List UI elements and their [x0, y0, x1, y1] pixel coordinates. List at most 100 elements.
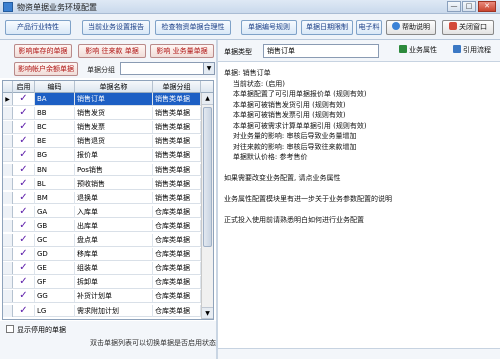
flow-icon [453, 45, 461, 53]
numbering-rules-button[interactable]: 单据编号规则 [241, 20, 297, 35]
reference-flow-button[interactable]: 引用流程 [450, 44, 494, 58]
check-icon: ✓ [19, 93, 28, 104]
table-row[interactable]: ✓ GC 盘点单 仓库类单据 [3, 234, 213, 247]
cell-name: 拆卸单 [75, 276, 153, 289]
enabled-checkmark[interactable]: ✓ [13, 234, 35, 246]
cell-code: BC [35, 121, 75, 134]
enabled-checkmark[interactable]: ✓ [13, 248, 35, 261]
cell-code: BM [35, 191, 75, 204]
cell-group: 仓库类单据 [153, 276, 201, 289]
enabled-checkmark[interactable]: ✓ [13, 135, 35, 148]
enabled-checkmark[interactable]: ✓ [13, 107, 35, 120]
description-line [224, 184, 496, 195]
header-code[interactable]: 编码 [35, 81, 75, 93]
description-line: 本单据可被销售发货引用 (规则有效) [224, 100, 346, 109]
cell-name: 报价单 [75, 149, 153, 162]
check-icon: ✓ [19, 304, 28, 316]
cell-code: BG [35, 149, 75, 162]
table-row[interactable]: ✓ GF 拆卸单 仓库类单据 [3, 276, 213, 289]
row-indicator [3, 191, 13, 204]
enabled-checkmark[interactable]: ✓ [13, 93, 35, 105]
cell-name: 销售订单 [75, 93, 153, 105]
cell-name: 销售退货 [75, 135, 153, 148]
enabled-checkmark[interactable]: ✓ [13, 290, 35, 303]
receivables-docs-button[interactable]: 影响 往来款 单据 [78, 44, 146, 58]
cell-name: 预收销售 [75, 177, 153, 190]
maximize-button[interactable]: □ [462, 1, 476, 12]
enabled-checkmark[interactable]: ✓ [13, 262, 35, 275]
business-props-button[interactable]: 业务属性 [396, 44, 440, 58]
description-line: 单据: 销售订单 [224, 69, 271, 77]
show-disabled-checkbox[interactable]: 显示停用的单据 [6, 325, 66, 335]
cell-code: BN [35, 163, 75, 176]
cell-name: 销售发票 [75, 121, 153, 134]
table-row[interactable]: ✓ BC 销售发票 销售类单据 [3, 121, 213, 134]
cell-code: GF [35, 276, 75, 289]
table-row[interactable]: ✓ BG 报价单 销售类单据 [3, 149, 213, 162]
row-indicator [3, 107, 13, 120]
scroll-thumb[interactable] [203, 107, 212, 247]
header-name[interactable]: 单据名称 [75, 81, 153, 93]
cell-group: 销售类单据 [153, 107, 201, 120]
enabled-checkmark[interactable]: ✓ [13, 304, 35, 317]
title-bar: 物资单据业务环境配置 — □ ✕ [0, 0, 500, 14]
cell-code: GC [35, 234, 75, 246]
check-icon: ✓ [19, 234, 28, 245]
minimize-button[interactable]: — [447, 1, 461, 12]
row-indicator [3, 290, 13, 303]
cell-code: GB [35, 219, 75, 232]
enabled-checkmark[interactable]: ✓ [13, 205, 35, 218]
industry-features-button[interactable]: 产品行业特性 [5, 20, 71, 35]
inventory-docs-button[interactable]: 影响库存的单据 [14, 44, 72, 58]
close-window-button[interactable]: ✕ [478, 1, 496, 12]
electronic-button[interactable]: 电子料 [356, 20, 382, 35]
enabled-checkmark[interactable]: ✓ [13, 163, 35, 176]
chevron-down-icon[interactable]: ▼ [203, 63, 214, 74]
vertical-scrollbar[interactable]: ▲ ▼ [201, 93, 213, 319]
check-icon: ✓ [19, 191, 28, 203]
table-row[interactable]: ✓ BL 预收销售 销售类单据 [3, 177, 213, 191]
check-documents-button[interactable]: 检查物资单据合理性 [155, 20, 231, 35]
hint-text: 双击单据列表可以切换单据是否启用状态 [90, 339, 216, 347]
description-line: 业务属性配置模块里有进一步关于业务参数配置的说明 [224, 195, 392, 203]
table-row[interactable]: ✓ GG 补货计划单 仓库类单据 [3, 290, 213, 303]
enabled-checkmark[interactable]: ✓ [13, 191, 35, 204]
cell-name: 移库单 [75, 248, 153, 261]
table-row[interactable]: ✓ GD 移库单 仓库类单据 [3, 248, 213, 261]
table-row[interactable]: ▶ ✓ BA 销售订单 销售类单据 [3, 93, 213, 106]
row-indicator [3, 135, 13, 148]
date-limit-button[interactable]: 单据日期限制 [301, 20, 353, 35]
enabled-checkmark[interactable]: ✓ [13, 276, 35, 289]
chart-icon [399, 45, 407, 53]
enabled-checkmark[interactable]: ✓ [13, 177, 35, 190]
document-table: 启用 编码 单据名称 单据分组 ▶ ✓ BA 销售订单 销售类单据 ✓ BB 销售发货 销售类单… [2, 80, 214, 320]
cell-code: BA [35, 93, 75, 105]
volume-docs-button[interactable]: 影响 业务量单据 [150, 44, 214, 58]
check-icon: ✓ [19, 149, 28, 161]
table-row[interactable]: ✓ BB 销售发货 销售类单据 [3, 107, 213, 120]
table-row[interactable]: ✓ GE 组装单 仓库类单据 [3, 262, 213, 275]
scroll-down-icon[interactable]: ▼ [202, 307, 213, 319]
description-line: 如果需要改变业务配置, 请点业务属性 [224, 174, 341, 182]
check-icon: ✓ [19, 276, 28, 288]
header-enabled[interactable]: 启用 [13, 81, 35, 93]
table-row[interactable]: ✓ BN Pos销售 销售类单据 [3, 163, 213, 177]
table-row[interactable]: ✓ BE 销售退货 销售类单据 [3, 135, 213, 148]
table-row[interactable]: ✓ BM 退换单 销售类单据 [3, 191, 213, 205]
checkbox-box[interactable] [6, 325, 14, 333]
table-row[interactable]: ✓ GA 入库单 仓库类单据 [3, 205, 213, 219]
group-select[interactable]: ▼ [120, 62, 215, 75]
check-icon: ✓ [19, 121, 28, 133]
business-report-button[interactable]: 当前业务设置报告 [82, 20, 150, 35]
close-button[interactable]: 关闭窗口 [442, 20, 494, 35]
scroll-up-icon[interactable]: ▲ [202, 93, 213, 105]
enabled-checkmark[interactable]: ✓ [13, 121, 35, 134]
table-row[interactable]: ✓ LG 需求附加计划 仓库类单据 [3, 304, 213, 318]
account-balance-docs-button[interactable]: 影响帐户余额单据 [14, 62, 78, 76]
description-line: 当前状态: (启用) [224, 79, 285, 88]
header-group[interactable]: 单据分组 [153, 81, 201, 93]
enabled-checkmark[interactable]: ✓ [13, 219, 35, 232]
table-row[interactable]: ✓ GB 出库单 仓库类单据 [3, 219, 213, 233]
enabled-checkmark[interactable]: ✓ [13, 149, 35, 162]
help-button[interactable]: 帮助说明 [386, 20, 436, 35]
